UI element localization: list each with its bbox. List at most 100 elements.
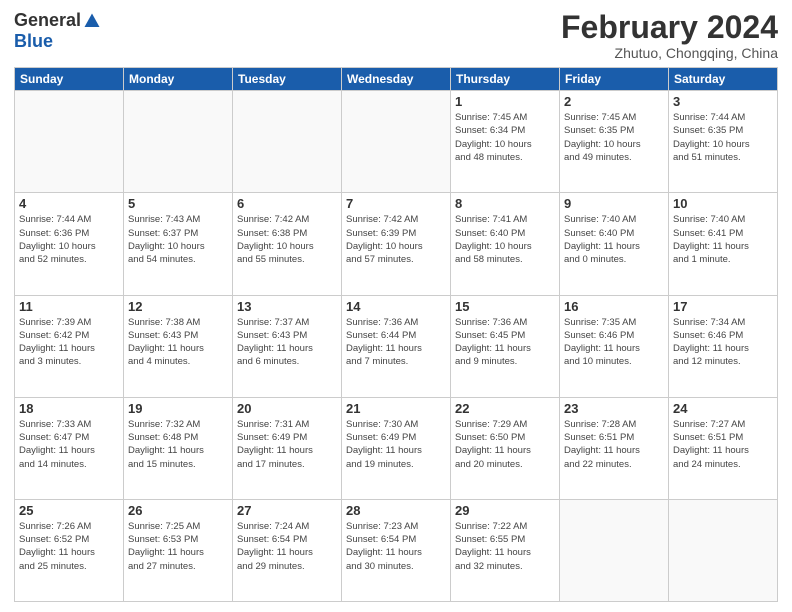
day-info: Sunrise: 7:34 AM Sunset: 6:46 PM Dayligh… <box>673 316 773 369</box>
day-info: Sunrise: 7:44 AM Sunset: 6:35 PM Dayligh… <box>673 111 773 164</box>
day-number: 7 <box>346 196 446 211</box>
calendar-cell <box>342 91 451 193</box>
day-info: Sunrise: 7:40 AM Sunset: 6:41 PM Dayligh… <box>673 213 773 266</box>
weekday-header-friday: Friday <box>560 68 669 91</box>
day-info: Sunrise: 7:29 AM Sunset: 6:50 PM Dayligh… <box>455 418 555 471</box>
calendar-cell: 12 Sunrise: 7:38 AM Sunset: 6:43 PM Dayli… <box>124 295 233 397</box>
calendar-cell <box>233 91 342 193</box>
calendar-cell: 13 Sunrise: 7:37 AM Sunset: 6:43 PM Dayli… <box>233 295 342 397</box>
logo-blue-text: Blue <box>14 31 53 51</box>
day-number: 24 <box>673 401 773 416</box>
calendar-cell: 29 Sunrise: 7:22 AM Sunset: 6:55 PM Dayli… <box>451 499 560 601</box>
calendar-cell: 19Sunrise: 7:32 AM Sunset: 6:48 PM Dayli… <box>124 397 233 499</box>
day-number: 20 <box>237 401 337 416</box>
day-number: 1 <box>455 94 555 109</box>
calendar-cell: 28 Sunrise: 7:23 AM Sunset: 6:54 PM Dayli… <box>342 499 451 601</box>
calendar-week-4: 25 Sunrise: 7:26 AM Sunset: 6:52 PM Dayli… <box>15 499 778 601</box>
calendar-week-3: 18 Sunrise: 7:33 AM Sunset: 6:47 PM Dayli… <box>15 397 778 499</box>
day-info: Sunrise: 7:35 AM Sunset: 6:46 PM Dayligh… <box>564 316 664 369</box>
day-info: Sunrise: 7:27 AM Sunset: 6:51 PM Dayligh… <box>673 418 773 471</box>
day-number: 27 <box>237 503 337 518</box>
calendar-cell: 1 Sunrise: 7:45 AM Sunset: 6:34 PM Daylig… <box>451 91 560 193</box>
calendar-cell: 5 Sunrise: 7:43 AM Sunset: 6:37 PM Daylig… <box>124 193 233 295</box>
calendar-cell: 20 Sunrise: 7:31 AM Sunset: 6:49 PM Dayli… <box>233 397 342 499</box>
day-number: 22 <box>455 401 555 416</box>
day-number: 11 <box>19 299 119 314</box>
calendar-table: SundayMondayTuesdayWednesdayThursdayFrid… <box>14 67 778 602</box>
weekday-header-tuesday: Tuesday <box>233 68 342 91</box>
page: General Blue February 2024 Zhutuo, Chong… <box>0 0 792 612</box>
day-info: Sunrise: 7:24 AM Sunset: 6:54 PM Dayligh… <box>237 520 337 573</box>
calendar-cell: 23 Sunrise: 7:28 AM Sunset: 6:51 PM Dayli… <box>560 397 669 499</box>
header: General Blue February 2024 Zhutuo, Chong… <box>14 10 778 61</box>
day-number: 18 <box>19 401 119 416</box>
day-info: Sunrise: 7:42 AM Sunset: 6:39 PM Dayligh… <box>346 213 446 266</box>
day-info: Sunrise: 7:31 AM Sunset: 6:49 PM Dayligh… <box>237 418 337 471</box>
day-info: Sunrise: 7:33 AM Sunset: 6:47 PM Dayligh… <box>19 418 119 471</box>
day-number: 21 <box>346 401 446 416</box>
day-number: 4 <box>19 196 119 211</box>
calendar-cell: 24 Sunrise: 7:27 AM Sunset: 6:51 PM Dayli… <box>669 397 778 499</box>
day-info: Sunrise: 7:22 AM Sunset: 6:55 PM Dayligh… <box>455 520 555 573</box>
calendar-cell: 21 Sunrise: 7:30 AM Sunset: 6:49 PM Dayli… <box>342 397 451 499</box>
calendar-cell: 22 Sunrise: 7:29 AM Sunset: 6:50 PM Dayli… <box>451 397 560 499</box>
day-info: Sunrise: 7:36 AM Sunset: 6:45 PM Dayligh… <box>455 316 555 369</box>
day-info: Sunrise: 7:26 AM Sunset: 6:52 PM Dayligh… <box>19 520 119 573</box>
logo: General Blue <box>14 10 101 52</box>
day-info: Sunrise: 7:23 AM Sunset: 6:54 PM Dayligh… <box>346 520 446 573</box>
day-number: 26 <box>128 503 228 518</box>
calendar-cell: 15 Sunrise: 7:36 AM Sunset: 6:45 PM Dayli… <box>451 295 560 397</box>
day-info: Sunrise: 7:45 AM Sunset: 6:34 PM Dayligh… <box>455 111 555 164</box>
weekday-header-monday: Monday <box>124 68 233 91</box>
calendar-cell: 26 Sunrise: 7:25 AM Sunset: 6:53 PM Dayli… <box>124 499 233 601</box>
day-info: Sunrise: 7:37 AM Sunset: 6:43 PM Dayligh… <box>237 316 337 369</box>
day-number: 14 <box>346 299 446 314</box>
weekday-header-wednesday: Wednesday <box>342 68 451 91</box>
day-number: 13 <box>237 299 337 314</box>
calendar-cell: 6Sunrise: 7:42 AM Sunset: 6:38 PM Daylig… <box>233 193 342 295</box>
day-number: 28 <box>346 503 446 518</box>
day-number: 23 <box>564 401 664 416</box>
day-info: Sunrise: 7:39 AM Sunset: 6:42 PM Dayligh… <box>19 316 119 369</box>
logo-icon <box>83 12 101 30</box>
calendar-cell: 9Sunrise: 7:40 AM Sunset: 6:40 PM Daylig… <box>560 193 669 295</box>
day-info: Sunrise: 7:40 AM Sunset: 6:40 PM Dayligh… <box>564 213 664 266</box>
day-info: Sunrise: 7:38 AM Sunset: 6:43 PM Dayligh… <box>128 316 228 369</box>
day-number: 29 <box>455 503 555 518</box>
day-info: Sunrise: 7:41 AM Sunset: 6:40 PM Dayligh… <box>455 213 555 266</box>
calendar-cell: 25 Sunrise: 7:26 AM Sunset: 6:52 PM Dayli… <box>15 499 124 601</box>
day-number: 25 <box>19 503 119 518</box>
day-info: Sunrise: 7:43 AM Sunset: 6:37 PM Dayligh… <box>128 213 228 266</box>
day-info: Sunrise: 7:30 AM Sunset: 6:49 PM Dayligh… <box>346 418 446 471</box>
calendar-cell: 7 Sunrise: 7:42 AM Sunset: 6:39 PM Daylig… <box>342 193 451 295</box>
day-number: 10 <box>673 196 773 211</box>
calendar-cell <box>669 499 778 601</box>
day-info: Sunrise: 7:36 AM Sunset: 6:44 PM Dayligh… <box>346 316 446 369</box>
day-number: 16 <box>564 299 664 314</box>
calendar-cell: 10 Sunrise: 7:40 AM Sunset: 6:41 PM Dayli… <box>669 193 778 295</box>
weekday-header-saturday: Saturday <box>669 68 778 91</box>
calendar-cell: 8Sunrise: 7:41 AM Sunset: 6:40 PM Daylig… <box>451 193 560 295</box>
day-number: 17 <box>673 299 773 314</box>
day-number: 5 <box>128 196 228 211</box>
weekday-header-thursday: Thursday <box>451 68 560 91</box>
month-title: February 2024 <box>561 10 778 45</box>
day-info: Sunrise: 7:44 AM Sunset: 6:36 PM Dayligh… <box>19 213 119 266</box>
calendar-week-2: 11 Sunrise: 7:39 AM Sunset: 6:42 PM Dayli… <box>15 295 778 397</box>
day-number: 3 <box>673 94 773 109</box>
calendar-cell: 27 Sunrise: 7:24 AM Sunset: 6:54 PM Dayli… <box>233 499 342 601</box>
day-number: 12 <box>128 299 228 314</box>
calendar-cell <box>124 91 233 193</box>
day-info: Sunrise: 7:25 AM Sunset: 6:53 PM Dayligh… <box>128 520 228 573</box>
title-section: February 2024 Zhutuo, Chongqing, China <box>561 10 778 61</box>
calendar-cell: 17 Sunrise: 7:34 AM Sunset: 6:46 PM Dayli… <box>669 295 778 397</box>
day-number: 2 <box>564 94 664 109</box>
location: Zhutuo, Chongqing, China <box>561 45 778 61</box>
calendar-week-1: 4 Sunrise: 7:44 AM Sunset: 6:36 PM Daylig… <box>15 193 778 295</box>
calendar-cell: 18 Sunrise: 7:33 AM Sunset: 6:47 PM Dayli… <box>15 397 124 499</box>
day-number: 15 <box>455 299 555 314</box>
calendar-header-row: SundayMondayTuesdayWednesdayThursdayFrid… <box>15 68 778 91</box>
calendar-cell <box>15 91 124 193</box>
calendar-cell: 11 Sunrise: 7:39 AM Sunset: 6:42 PM Dayli… <box>15 295 124 397</box>
day-info: Sunrise: 7:28 AM Sunset: 6:51 PM Dayligh… <box>564 418 664 471</box>
